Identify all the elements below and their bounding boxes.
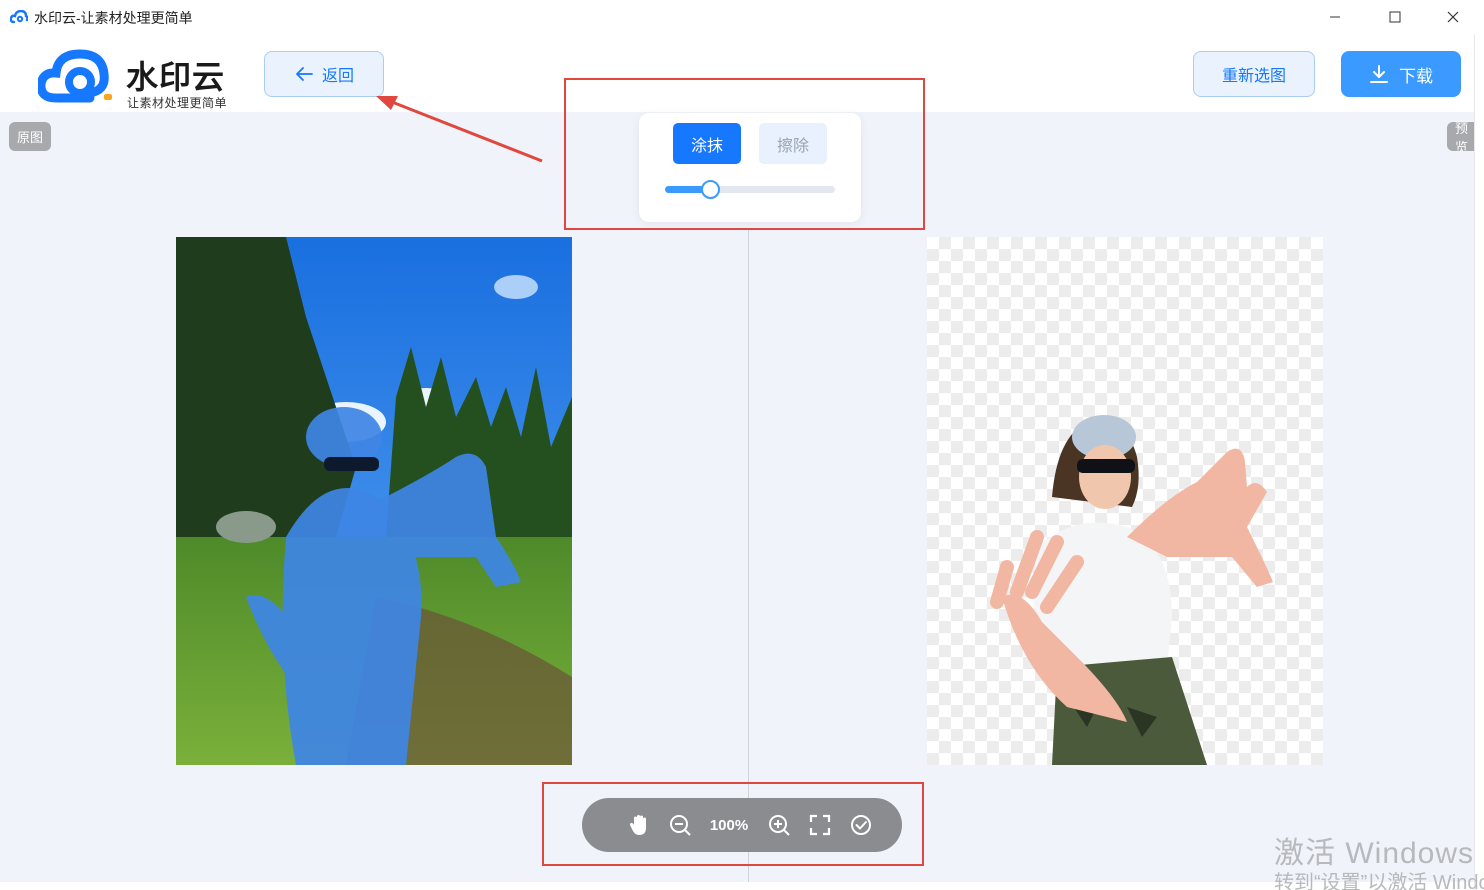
annotation-box-brush-panel — [564, 78, 925, 230]
arrow-left-icon — [296, 67, 313, 81]
reselect-image-button[interactable]: 重新选图 — [1193, 51, 1315, 97]
logo-cloud-icon — [38, 49, 112, 103]
activation-watermark-subtitle: 转到“设置”以激活 Windows。 — [1274, 872, 1484, 890]
maximize-button[interactable] — [1372, 4, 1418, 30]
back-button-label: 返回 — [321, 68, 354, 85]
preview-image[interactable] — [927, 237, 1323, 765]
window-scrollbar[interactable] — [1474, 34, 1484, 890]
original-photo — [176, 237, 572, 765]
reselect-button-label: 重新选图 — [1221, 68, 1286, 85]
window-titlebar: 水印云-让素材处理更简单 — [0, 0, 1484, 34]
brand-name: 水印云 — [126, 59, 226, 95]
brand-slogan: 让素材处理更简单 — [127, 96, 228, 110]
preview-cutout — [990, 415, 1273, 765]
download-button[interactable]: 下载 — [1341, 51, 1461, 97]
annotation-box-zoom-toolbar — [542, 782, 924, 866]
app-cloud-icon — [9, 9, 29, 29]
original-image[interactable] — [176, 237, 572, 765]
original-image-tag: 原图 — [9, 122, 52, 151]
window-title: 水印云-让素材处理更简单 — [34, 10, 193, 26]
back-button[interactable]: 返回 — [264, 51, 384, 97]
download-button-label: 下载 — [1399, 66, 1433, 86]
close-button[interactable] — [1430, 4, 1476, 30]
logo: 水印云 让素材处理更简单 — [38, 44, 238, 110]
download-icon — [1370, 65, 1388, 83]
minimize-button[interactable] — [1312, 4, 1358, 30]
